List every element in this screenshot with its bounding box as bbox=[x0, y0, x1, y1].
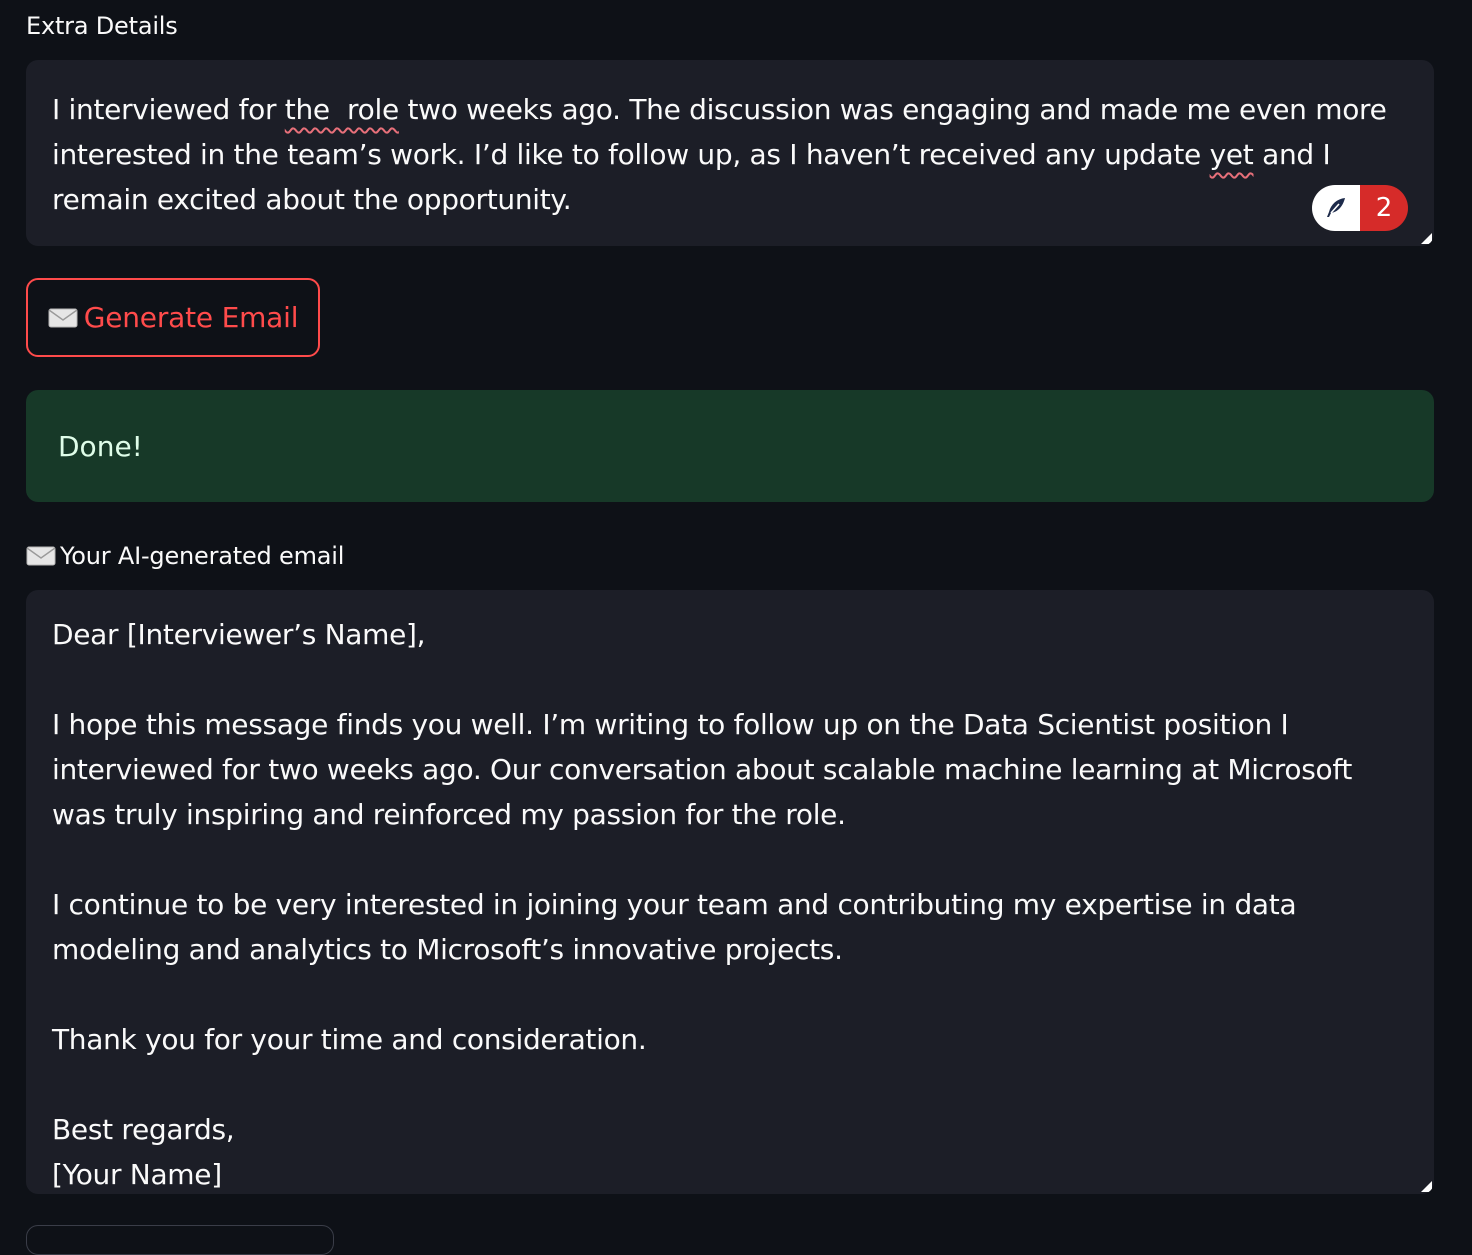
extra-details-text-1: I interviewed for bbox=[52, 93, 285, 126]
spelling-error-yet[interactable]: yet bbox=[1210, 138, 1254, 171]
email-output-text: Dear [Interviewer’s Name], I hope this m… bbox=[52, 618, 1353, 1191]
email-output-textarea[interactable]: Dear [Interviewer’s Name], I hope this m… bbox=[26, 590, 1434, 1194]
extra-details-label: Extra Details bbox=[26, 12, 178, 40]
generate-email-button[interactable]: Generate Email bbox=[26, 278, 320, 357]
generate-email-label: Generate Email bbox=[83, 301, 299, 334]
email-output-label-text: Your AI-generated email bbox=[60, 542, 345, 570]
envelope-icon bbox=[48, 308, 78, 328]
envelope-icon bbox=[26, 546, 56, 566]
grammar-issue-count: 2 bbox=[1360, 185, 1408, 231]
email-output-label: Your AI-generated email bbox=[26, 542, 344, 570]
success-message: Done! bbox=[58, 429, 143, 463]
resize-handle-icon[interactable] bbox=[1421, 233, 1432, 244]
spelling-error-the-role[interactable]: the role bbox=[285, 93, 399, 126]
next-button-partial[interactable] bbox=[26, 1225, 334, 1255]
resize-handle-icon[interactable] bbox=[1421, 1181, 1432, 1192]
feather-icon bbox=[1312, 185, 1360, 231]
extra-details-textarea[interactable]: I interviewed for the role two weeks ago… bbox=[26, 60, 1434, 246]
success-alert: Done! bbox=[26, 390, 1434, 502]
grammar-checker-widget[interactable]: 2 bbox=[1312, 185, 1408, 231]
